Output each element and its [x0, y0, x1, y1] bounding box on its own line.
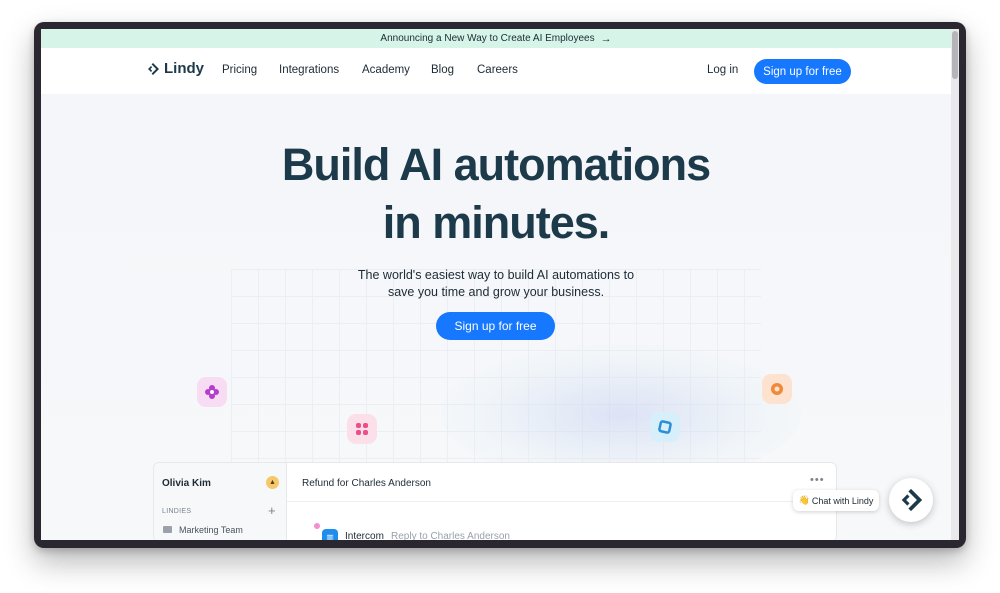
more-options-icon[interactable]: •••	[810, 474, 825, 486]
thread-title: Refund for Charles Anderson	[302, 478, 431, 489]
nav-link-pricing[interactable]: Pricing	[222, 64, 257, 76]
announcement-bar[interactable]: Announcing a New Way to Create AI Employ…	[41, 29, 951, 48]
nav-link-integrations[interactable]: Integrations	[279, 64, 339, 76]
chat-label: Chat with Lindy	[811, 495, 874, 506]
action-text: Reply to Charles Anderson	[391, 531, 510, 540]
chat-with-lindy-button[interactable]: 👋 Chat with Lindy	[793, 490, 879, 511]
nav-link-blog[interactable]: Blog	[431, 64, 454, 76]
nav-link-academy[interactable]: Academy	[362, 64, 410, 76]
purple-flower-icon	[197, 377, 227, 407]
app-sidebar: Olivia Kim ▲ LINDIES + Marketing Team	[154, 463, 287, 540]
lindy-launcher-icon[interactable]	[889, 478, 933, 522]
sidebar-section-label: LINDIES	[162, 508, 192, 515]
plus-icon[interactable]: +	[268, 503, 276, 518]
spark-icon	[314, 523, 320, 529]
hero-subtitle-line2: save you time and grow your business.	[387, 285, 605, 299]
top-nav: Lindy Pricing Integrations Academy Blog …	[41, 48, 951, 94]
login-link[interactable]: Log in	[707, 64, 738, 76]
scrollbar[interactable]	[951, 29, 959, 540]
orange-flower-icon	[762, 374, 792, 404]
hero-title-line1: Build AI automations	[281, 139, 711, 190]
folder-icon	[163, 526, 172, 533]
avatar[interactable]: ▲	[266, 476, 279, 489]
signup-button-nav[interactable]: Sign up for free	[754, 59, 851, 84]
hero-title-line2: in minutes.	[382, 197, 611, 248]
app-preview-panel: Olivia Kim ▲ LINDIES + Marketing Team Re…	[153, 462, 837, 540]
user-name: Olivia Kim	[162, 478, 211, 489]
scrollbar-thumb[interactable]	[952, 31, 958, 79]
hero-subtitle-line1: The world's easiest way to build AI auto…	[357, 268, 635, 282]
signup-button-hero[interactable]: Sign up for free	[436, 312, 555, 340]
blue-square-icon	[650, 412, 680, 442]
divider	[287, 501, 836, 502]
browser-viewport: Announcing a New Way to Create AI Employ…	[41, 29, 951, 540]
lindy-logo[interactable]: Lindy	[146, 60, 204, 77]
nav-link-careers[interactable]: Careers	[477, 64, 518, 76]
integration-name: Intercom	[345, 531, 384, 540]
announcement-text[interactable]: Announcing a New Way to Create AI Employ…	[380, 33, 594, 44]
arrow-right-icon: →	[600, 32, 612, 45]
lindy-logo-icon	[148, 62, 159, 75]
logo-text: Lindy	[164, 60, 204, 77]
intercom-icon: ▥	[322, 529, 338, 540]
wave-emoji-icon: 👋	[798, 495, 810, 505]
pink-clover-icon	[347, 414, 377, 444]
sidebar-item-marketing-team[interactable]: Marketing Team	[179, 525, 243, 535]
